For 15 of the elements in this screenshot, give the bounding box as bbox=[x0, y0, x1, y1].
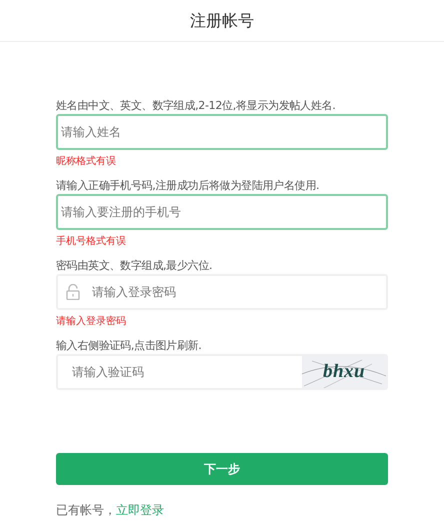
field-hint: 请输入正确手机号码,注册成功后将做为登陆用户名使用. bbox=[56, 178, 320, 194]
input-field[interactable]: 请输入验证码 bbox=[58, 356, 302, 388]
error-message: 手机号格式有误 bbox=[56, 235, 127, 249]
lock-icon bbox=[66, 284, 80, 300]
input-field[interactable]: 请输入登录密码 bbox=[92, 276, 386, 308]
error-message: 请输入登录密码 bbox=[56, 315, 127, 329]
page-title: 注册帐号 bbox=[190, 10, 254, 32]
footer-text: 已有帐号， bbox=[56, 502, 116, 519]
captcha-image[interactable]: bhxu bbox=[302, 356, 386, 388]
field-hint: 密码由英文、数字组成,最少六位. bbox=[56, 258, 214, 274]
field-hint: 姓名由中文、英文、数字组成,2-12位,将显示为发帖人姓名. bbox=[56, 98, 336, 114]
text-field[interactable]: 请输入验证码 bhxu bbox=[56, 354, 388, 390]
field-hint: 输入右侧验证码,点击图片刷新. bbox=[56, 338, 202, 354]
error-message: 昵称格式有误 bbox=[56, 155, 117, 169]
captcha-text: bhxu bbox=[322, 360, 366, 384]
